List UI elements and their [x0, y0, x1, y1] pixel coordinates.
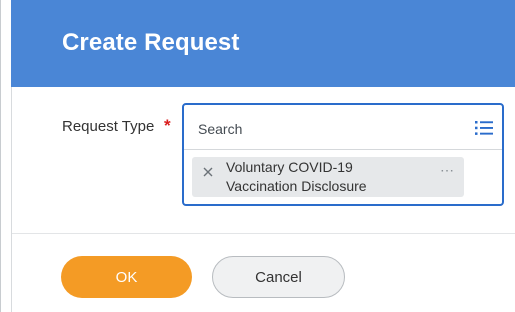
ok-button[interactable]: OK [61, 256, 192, 298]
list-icon[interactable] [474, 118, 494, 138]
dialog-title: Create Request [62, 29, 240, 56]
close-icon[interactable] [202, 165, 214, 177]
request-type-prompt[interactable]: Voluntary COVID-19 Vaccination Disclosur… [182, 103, 504, 206]
dialog-header: Create Request [11, 0, 515, 87]
side-divider [11, 87, 12, 312]
prompt-divider [184, 149, 502, 150]
selected-item-label: Voluntary COVID-19 Vaccination Disclosur… [226, 159, 367, 194]
required-indicator: * [164, 116, 171, 135]
selected-item-pill[interactable]: Voluntary COVID-19 Vaccination Disclosur… [192, 157, 464, 197]
create-request-dialog: Create Request Request Type * Voluntary … [0, 0, 515, 312]
more-icon[interactable]: ⋯ [440, 162, 455, 179]
cancel-button[interactable]: Cancel [212, 256, 345, 298]
request-type-label: Request Type [62, 118, 155, 135]
request-type-search-input[interactable] [198, 119, 458, 139]
footer-divider [12, 233, 515, 234]
